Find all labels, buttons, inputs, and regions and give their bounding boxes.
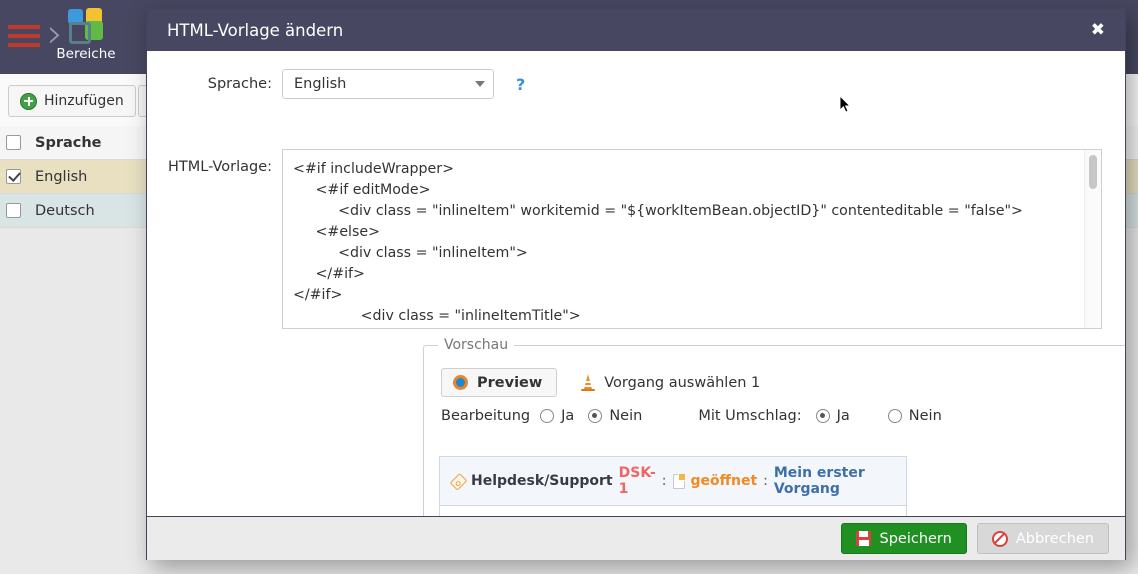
plus-circle-icon — [20, 93, 37, 110]
preview-card: Helpdesk/Support DSK-1 : geöffnet : Mein… — [439, 456, 907, 516]
document-icon — [673, 474, 685, 489]
html-template-dialog: HTML-Vorlage ändern ✖ Sprache: English ?… — [146, 8, 1126, 560]
cancel-button[interactable]: Abbrechen — [977, 523, 1109, 554]
preview-legend: Vorschau — [438, 337, 514, 353]
envelope-group-label: Mit Umschlag: — [698, 408, 801, 424]
radio-button[interactable] — [816, 409, 830, 423]
preview-issue-key: DSK-1 — [619, 465, 656, 497]
language-field-row: Sprache: English ? — [147, 69, 1125, 99]
dialog-title: HTML-Vorlage ändern — [167, 21, 1085, 40]
preview-card-header: Helpdesk/Support DSK-1 : geöffnet : Mein… — [440, 457, 906, 506]
help-icon[interactable]: ? — [516, 75, 525, 94]
edit-option-ja[interactable]: Ja — [540, 408, 574, 424]
add-button[interactable]: Hinzufügen — [8, 85, 136, 117]
save-button[interactable]: Speichern — [841, 523, 966, 554]
preview-action-row: Preview Vorgang auswählen 1 — [441, 368, 760, 397]
radio-button[interactable] — [588, 409, 602, 423]
preview-status: geöffnet — [691, 473, 758, 489]
radio-button[interactable] — [888, 409, 902, 423]
template-field-row: HTML-Vorlage: <#if includeWrapper> <#if … — [147, 149, 1125, 329]
language-label: Sprache: — [147, 76, 282, 92]
screen: › Bereiche P Hinzufügen Sprache — [0, 0, 1138, 574]
preview-separator: : — [763, 473, 768, 489]
preview-button-label: Preview — [477, 375, 542, 391]
puzzle-piece-icon — [66, 8, 106, 44]
floppy-disk-icon — [856, 531, 871, 546]
template-code-editor[interactable]: <#if includeWrapper> <#if editMode> <div… — [282, 149, 1102, 329]
chevron-down-icon — [475, 81, 485, 87]
row-label: English — [35, 169, 87, 185]
traffic-cone-icon — [581, 374, 595, 391]
select-task-control[interactable]: Vorgang auswählen 1 — [581, 374, 760, 391]
nav-tile-bereiche[interactable]: Bereiche — [42, 8, 130, 62]
preview-fieldset: Vorschau Preview Vorgang auswählen 1 — [423, 345, 1125, 516]
select-all-checkbox[interactable] — [6, 135, 21, 150]
envelope-option-nein-label: Nein — [909, 408, 942, 424]
cancel-button-label: Abbrechen — [1016, 531, 1094, 547]
row-checkbox[interactable] — [6, 169, 21, 184]
radio-button[interactable] — [540, 409, 554, 423]
nav-tile-label: Bereiche — [42, 46, 130, 62]
save-button-label: Speichern — [879, 531, 951, 547]
preview-separator: : — [662, 473, 667, 489]
edit-option-nein-label: Nein — [609, 408, 642, 424]
select-task-label: Vorgang auswählen 1 — [604, 375, 760, 391]
dialog-titlebar: HTML-Vorlage ändern ✖ — [147, 9, 1125, 51]
envelope-option-ja[interactable]: Ja — [816, 408, 850, 424]
edit-option-nein[interactable]: Nein — [588, 408, 642, 424]
preview-options-row: Bearbeitung Ja Nein Mit Umschlag: Ja — [441, 408, 942, 424]
prohibition-icon — [992, 531, 1008, 547]
close-icon[interactable]: ✖ — [1085, 18, 1111, 43]
envelope-option-nein[interactable]: Nein — [888, 408, 942, 424]
code-scrollbar[interactable] — [1084, 150, 1101, 328]
preview-project: Helpdesk/Support — [471, 473, 613, 489]
dialog-body: Sprache: English ? HTML-Vorlage: <#if in… — [147, 51, 1125, 516]
language-select[interactable]: English — [282, 69, 494, 99]
add-button-label: Hinzufügen — [44, 93, 124, 109]
hamburger-menu-icon[interactable] — [8, 25, 40, 49]
template-label: HTML-Vorlage: — [147, 149, 282, 329]
column-header-sprache: Sprache — [35, 135, 102, 151]
edit-group-label: Bearbeitung — [441, 408, 530, 424]
envelope-option-ja-label: Ja — [837, 408, 850, 424]
row-checkbox[interactable] — [6, 203, 21, 218]
preview-card-body: Es gäbe viel darüber zu sagen, aber ich … — [440, 506, 906, 516]
template-code-text[interactable]: <#if includeWrapper> <#if editMode> <div… — [283, 150, 1084, 328]
eye-icon — [453, 375, 468, 390]
dialog-footer: Speichern Abbrechen — [147, 516, 1125, 560]
preview-summary: Mein erster Vorgang — [774, 465, 896, 497]
preview-button[interactable]: Preview — [441, 368, 557, 397]
row-label: Deutsch — [35, 203, 95, 219]
language-select-value: English — [294, 76, 475, 92]
code-scrollbar-thumb[interactable] — [1089, 155, 1097, 189]
edit-option-ja-label: Ja — [561, 408, 574, 424]
tag-icon — [447, 470, 468, 491]
